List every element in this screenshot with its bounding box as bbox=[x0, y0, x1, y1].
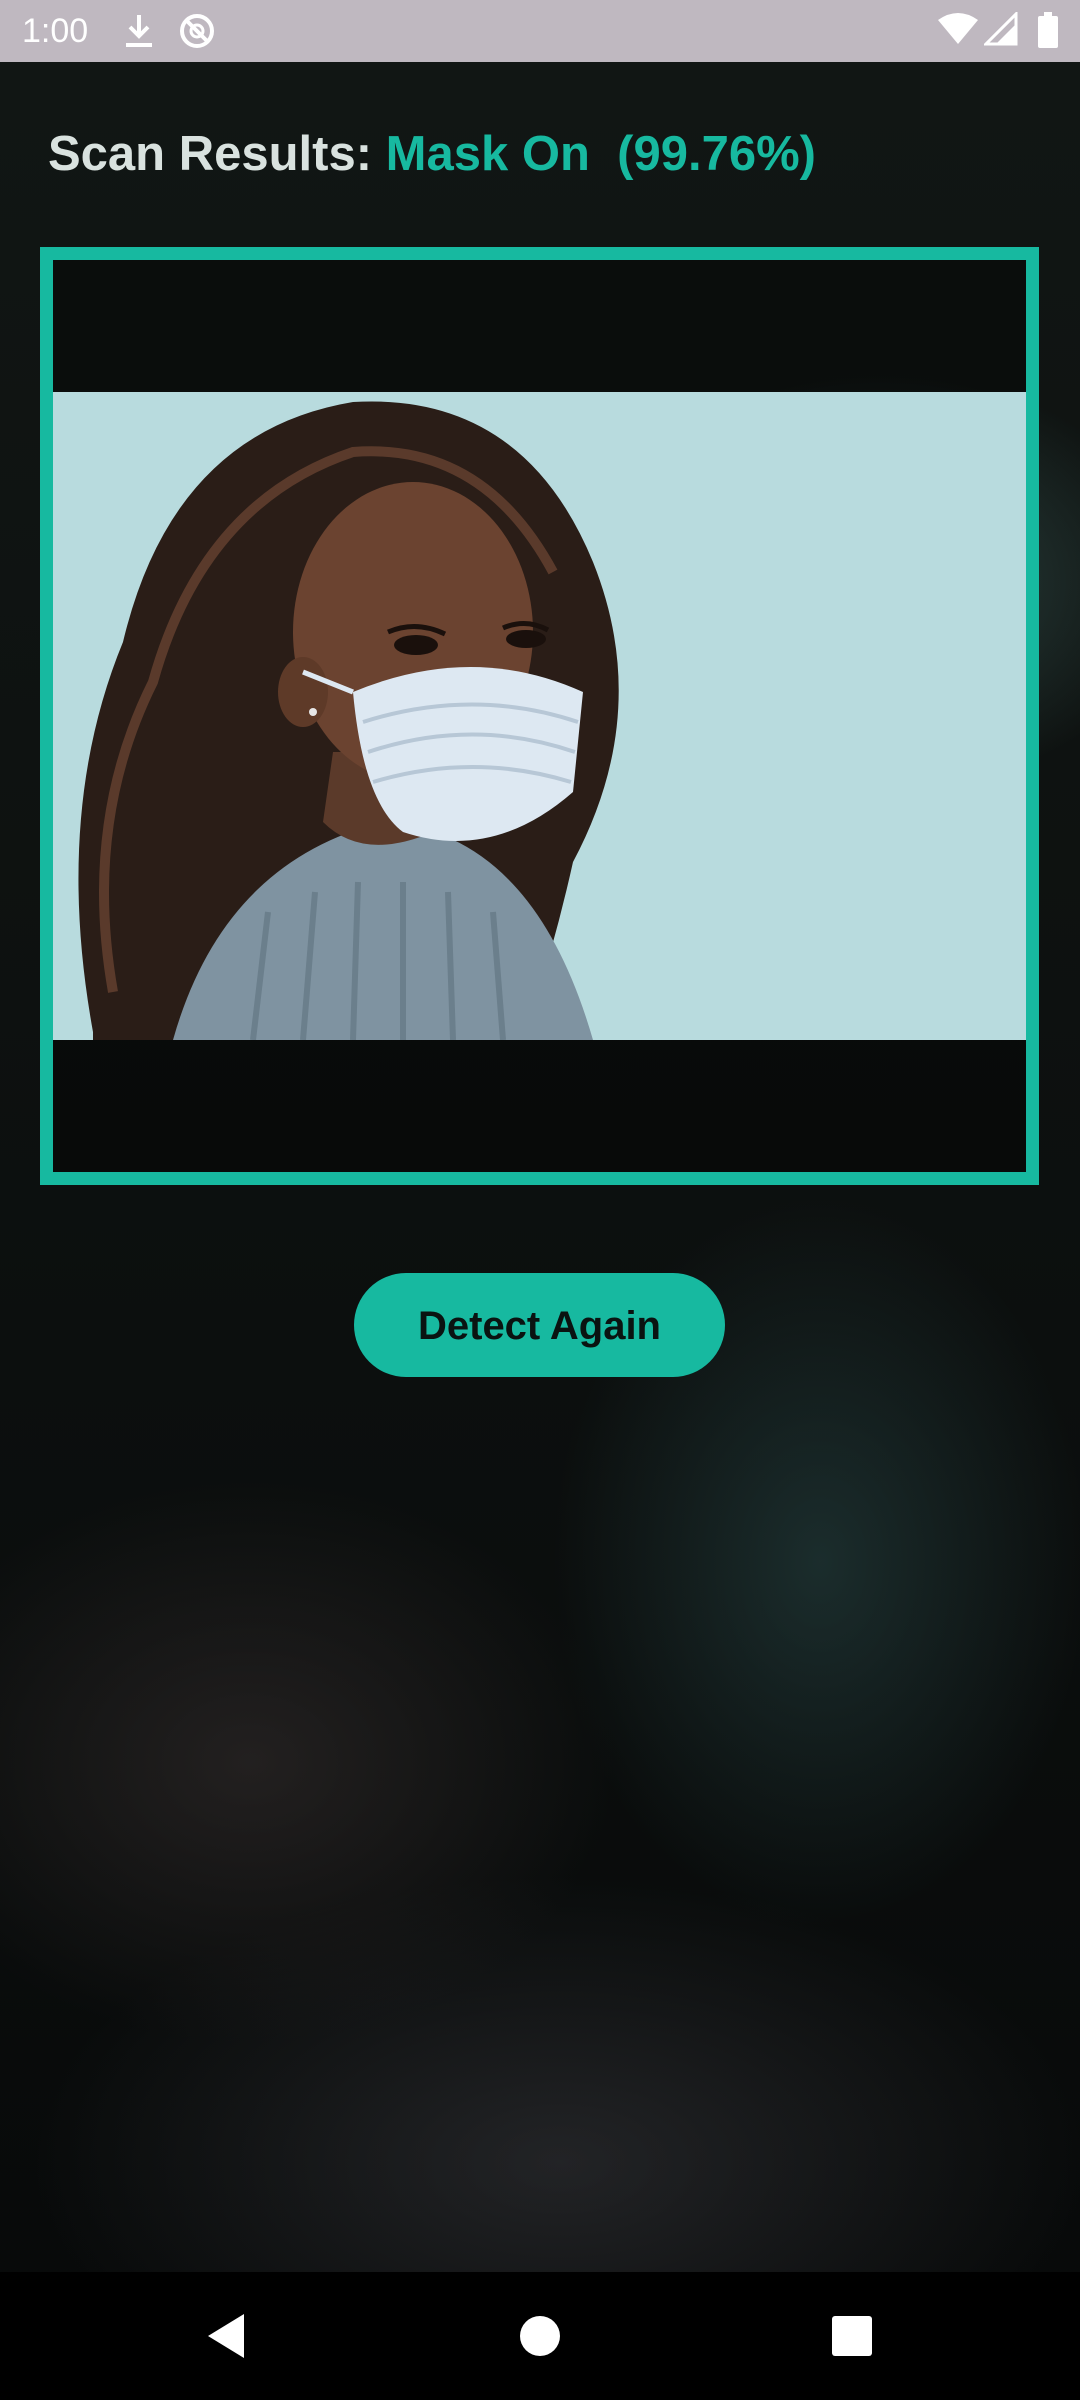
scanned-photo bbox=[53, 392, 1026, 1040]
wifi-icon bbox=[938, 13, 978, 44]
recents-icon[interactable] bbox=[822, 2306, 882, 2366]
status-bar: 1:00 bbox=[0, 0, 1080, 62]
scan-result-status: Mask On bbox=[385, 127, 590, 181]
detect-again-button[interactable]: Detect Again bbox=[354, 1273, 725, 1377]
person-wearing-mask-photo bbox=[53, 392, 1026, 1040]
scan-results-title: Scan Results: Mask On (99.76%) bbox=[48, 126, 816, 182]
back-icon[interactable] bbox=[196, 2306, 256, 2366]
download-icon bbox=[126, 15, 152, 47]
home-icon[interactable] bbox=[510, 2306, 570, 2366]
scan-result-confidence: (99.76%) bbox=[617, 127, 816, 181]
navigation-bar bbox=[0, 2272, 1080, 2400]
screen: 1:00 Scan Results: Mask On (99.76%) Dete… bbox=[0, 0, 1080, 2400]
cell-signal-icon bbox=[984, 12, 1018, 46]
sync-disabled-icon bbox=[180, 14, 214, 48]
scan-results-label: Scan Results: bbox=[48, 127, 386, 181]
battery-icon bbox=[1038, 12, 1058, 48]
status-time: 1:00 bbox=[22, 12, 89, 50]
